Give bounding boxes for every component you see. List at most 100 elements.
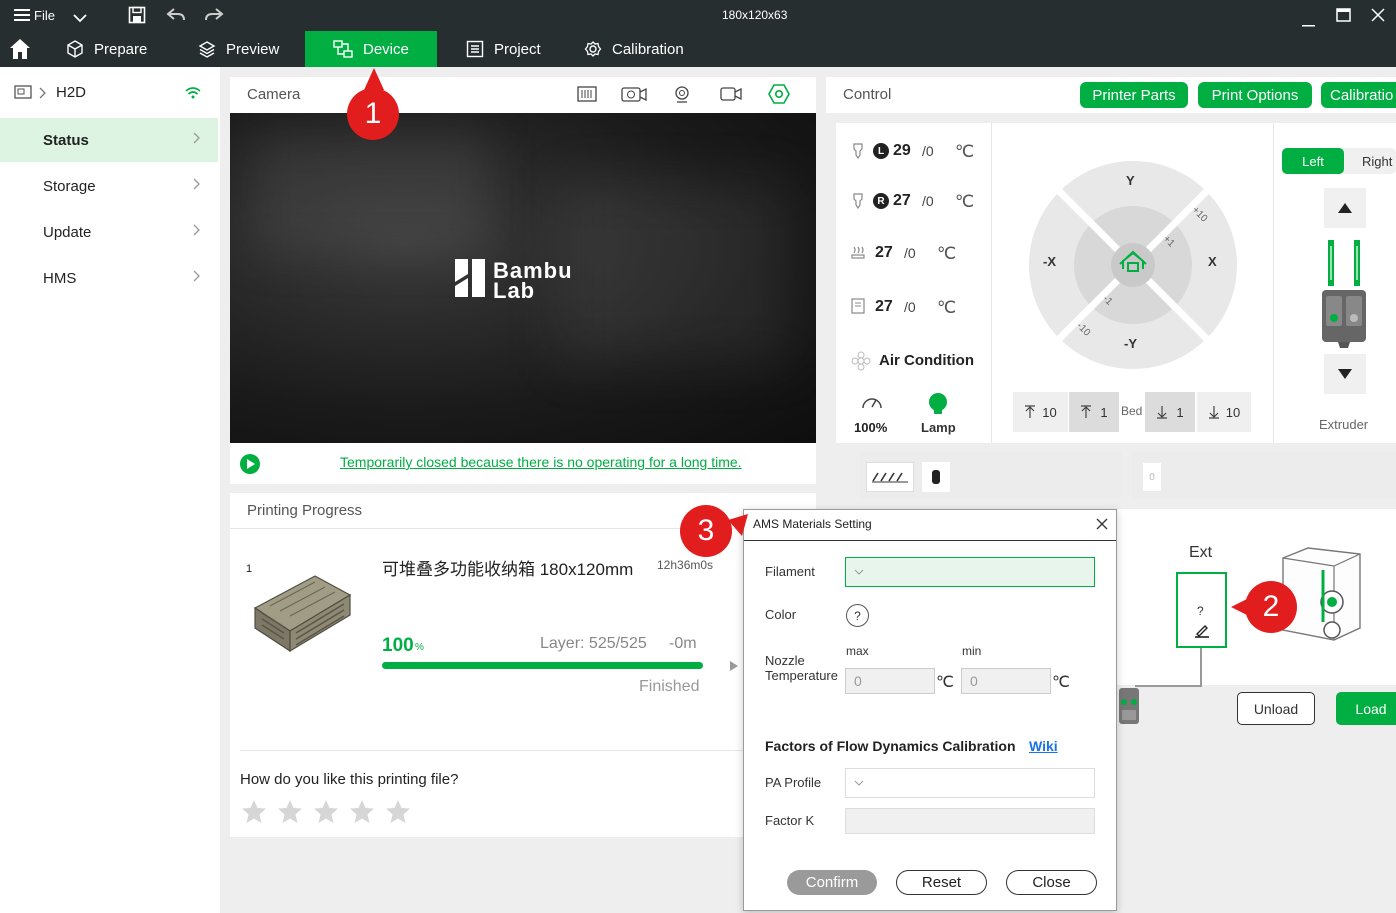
heatbed-icon [851,245,865,264]
print-duration: 12h36m0s [657,558,714,572]
right-nozzle-target[interactable]: /0 [922,193,934,209]
rating-star-4[interactable] [348,798,376,826]
air-condition-label[interactable]: Air Condition [879,352,974,369]
chamber-temp[interactable]: 27 [875,298,893,316]
right-nozzle-temp[interactable]: 27 [893,192,911,210]
lamp-icon[interactable] [927,392,949,419]
triangle-down-icon [1338,369,1352,379]
bed-temp[interactable]: 27 [875,244,893,262]
close-window-icon[interactable] [1371,8,1385,25]
ams-tab-strip-right [1132,452,1396,498]
rating-star-5[interactable] [384,798,412,826]
calibration-button[interactable]: Calibratio [1321,82,1396,108]
reset-button[interactable]: Reset [896,870,987,895]
tab-label: Project [494,40,541,58]
bed-up-10-button[interactable]: 10 [1013,392,1068,432]
record-icon[interactable] [719,85,743,106]
progress-title: Printing Progress [247,502,363,519]
sidebar-item-storage[interactable]: Storage [0,164,218,208]
extrude-up-button[interactable] [1324,188,1366,228]
tab-prepare[interactable]: Prepare [66,31,176,67]
timelapse-icon[interactable] [620,85,648,106]
jog-y-plus[interactable]: Y [1126,173,1135,188]
sd-card-icon[interactable] [576,85,598,106]
close-button[interactable]: Close [1006,870,1097,895]
tab-project[interactable]: Project [466,31,566,67]
camera-panel: Camera Bambu Lab Temporarily closed beca… [230,77,816,484]
print-options-button[interactable]: Print Options [1198,82,1312,108]
save-icon[interactable] [128,6,146,27]
tab-preview[interactable]: Preview [198,31,298,67]
camera-settings-icon[interactable] [768,84,790,107]
logo-text-line2: Lab [493,278,536,303]
left-nozzle-target[interactable]: /0 [922,143,934,159]
wiki-link[interactable]: Wiki [1029,738,1058,754]
pa-profile-select[interactable] [845,768,1095,798]
bambu-lab-logo [454,258,486,301]
external-spool-tab[interactable] [922,462,950,492]
bed-target[interactable]: /0 [904,245,916,261]
color-picker[interactable]: ? [846,604,869,627]
extruder-left-tab[interactable]: Left [1282,148,1344,174]
extruder-graphic [1318,240,1374,353]
chevron-right-icon [193,178,200,190]
hamburger-icon[interactable] [14,8,30,25]
home-icon[interactable] [9,38,31,63]
filament-select[interactable] [845,557,1095,587]
jog-x-minus[interactable]: -X [1043,254,1056,269]
undo-icon[interactable] [166,7,186,26]
temp-unit: ℃ [937,298,957,317]
ext-slot[interactable]: ? [1176,572,1227,648]
chevron-down-icon [854,780,864,786]
factor-k-input[interactable] [845,808,1095,834]
progress-percent-unit: % [415,642,424,653]
unload-button[interactable]: Unload [1237,692,1315,725]
printer-parts-button[interactable]: Printer Parts [1080,82,1188,108]
chevron-right-icon [193,270,200,282]
play-icon[interactable] [239,453,261,478]
sidebar-item-hms[interactable]: HMS [0,256,218,300]
rating-star-3[interactable] [312,798,340,826]
ams-tab[interactable] [866,462,914,492]
left-nozzle-temp[interactable]: 29 [893,142,911,160]
maximize-icon[interactable] [1336,8,1351,25]
load-button[interactable]: Load [1336,692,1396,725]
right-nozzle-badge: R [873,193,889,209]
max-temp-input[interactable]: 0 [845,668,935,694]
remaining-time: -0m [669,635,697,652]
extrude-down-button[interactable] [1324,354,1366,394]
chevron-down-icon[interactable] [73,10,87,26]
webcam-icon[interactable] [673,85,691,106]
tab-calibration[interactable]: Calibration [584,31,704,67]
chamber-target[interactable]: /0 [904,299,916,315]
jog-x-plus[interactable]: X [1208,254,1217,269]
temp-unit: ℃ [955,142,975,161]
speed-gauge-icon[interactable] [861,394,883,413]
slot-hint[interactable]: 0 [1143,463,1161,491]
printer-name[interactable]: H2D [56,84,86,101]
wifi-icon [184,86,202,102]
extruder-right-tab[interactable]: Right [1362,154,1392,169]
camera-status-link[interactable]: Temporarily closed because there is no o… [340,454,742,470]
rating-star-1[interactable] [240,798,268,826]
close-icon[interactable] [1096,517,1108,533]
printer-icon [14,85,32,102]
tab-device[interactable]: Device [305,31,437,67]
bed-up-1-button[interactable]: 1 [1069,392,1119,432]
sidebar-item-update[interactable]: Update [0,210,218,254]
bed-step-label: 10 [1225,404,1241,420]
bed-down-1-button[interactable]: 1 [1145,392,1195,432]
edit-icon [1195,625,1209,638]
sidebar-item-label: Storage [43,177,96,195]
bed-down-10-button[interactable]: 10 [1197,392,1251,432]
rating-star-2[interactable] [276,798,304,826]
expand-arrow-icon[interactable] [729,659,739,675]
jog-y-minus[interactable]: -Y [1124,336,1137,351]
minimize-icon[interactable] [1302,14,1315,30]
redo-icon[interactable] [204,7,224,26]
sidebar-item-status[interactable]: Status [0,118,218,162]
confirm-button[interactable]: Confirm [787,870,877,895]
file-menu[interactable]: File [34,8,55,23]
min-temp-input[interactable]: 0 [961,668,1051,694]
title-bar: File 180x120x63 [0,0,1396,31]
